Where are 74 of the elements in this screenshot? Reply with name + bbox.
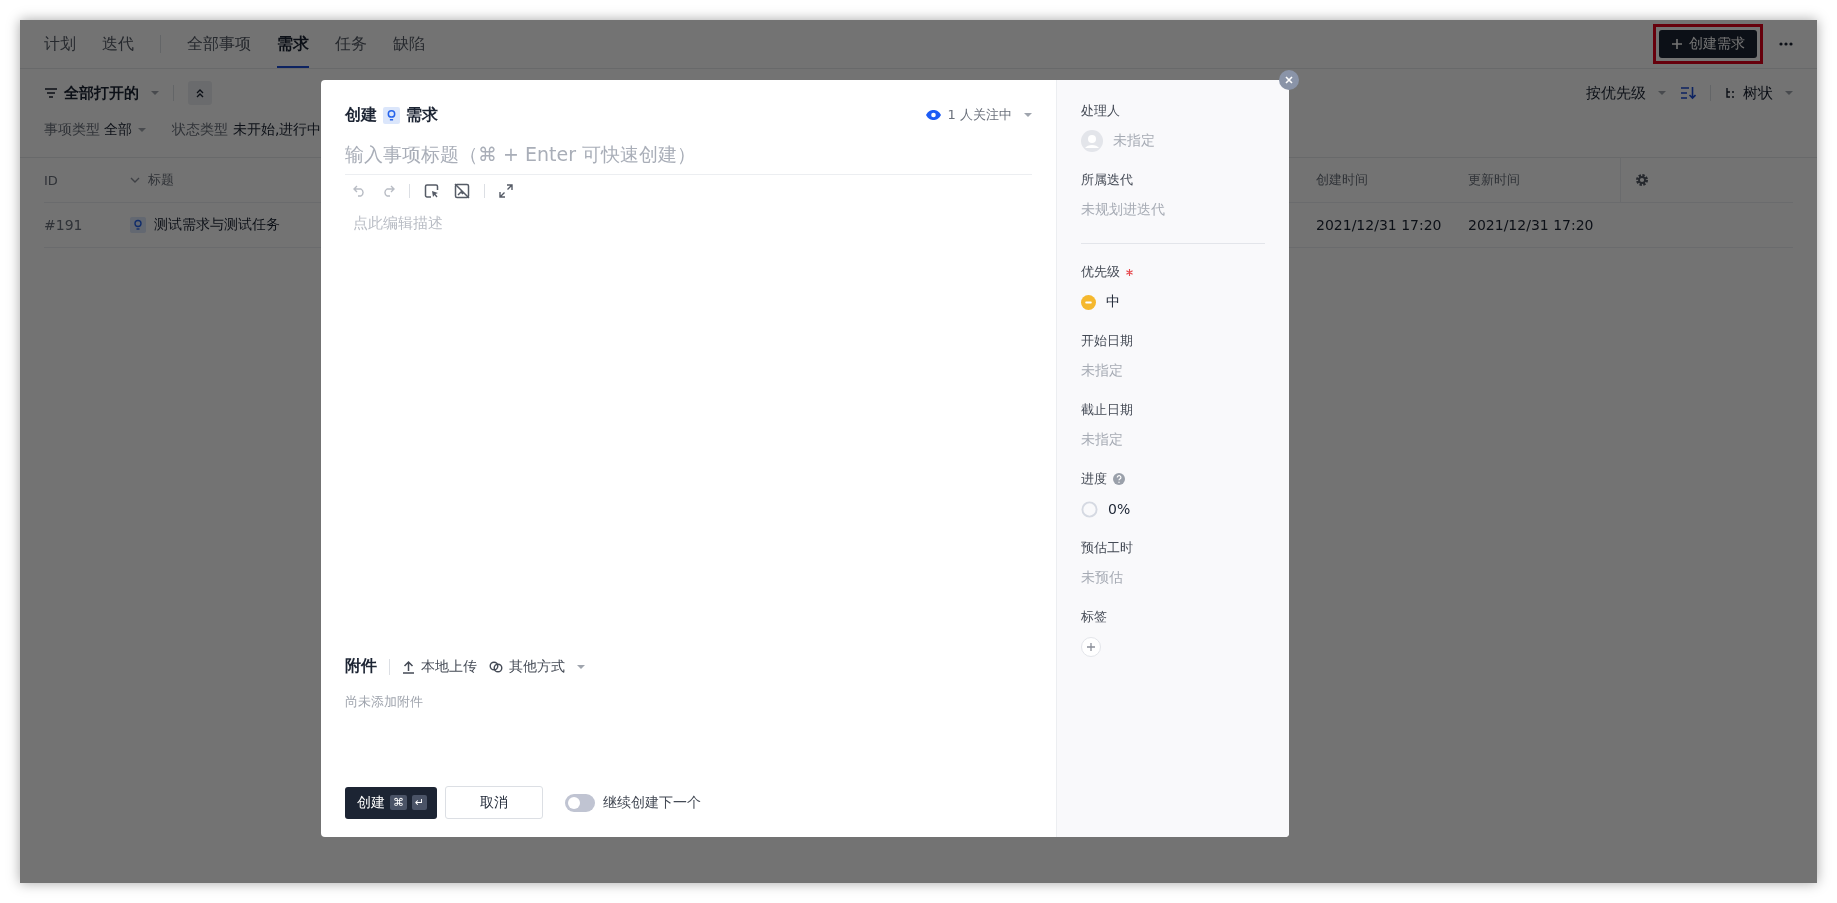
filter-condition[interactable]: 事项类型 全部 bbox=[44, 121, 147, 139]
empty-attachments-text: 尚未添加附件 bbox=[345, 693, 424, 711]
table-cell-text: 2021/12/31 17:20 bbox=[1468, 217, 1595, 233]
priority-icon bbox=[1081, 294, 1096, 310]
redo-icon[interactable] bbox=[381, 185, 395, 197]
field-label: 进度 bbox=[1081, 470, 1107, 488]
double-chevron-up-icon bbox=[195, 88, 205, 98]
link-icon bbox=[489, 659, 503, 674]
field-value[interactable]: 未指定 bbox=[1081, 431, 1123, 449]
create-button[interactable]: 创建需求 bbox=[1659, 30, 1757, 58]
table-cell[interactable]: 测试需求与测试任务 bbox=[154, 216, 280, 234]
bulb-icon bbox=[130, 217, 146, 233]
table-cell-text: #191 bbox=[44, 217, 84, 233]
column-header: 标题 bbox=[148, 171, 174, 189]
column-header: 更新时间 bbox=[1468, 171, 1521, 189]
close-icon bbox=[1285, 76, 1293, 84]
progress-ring-icon bbox=[1081, 500, 1098, 518]
progress-value[interactable]: 0% bbox=[1108, 501, 1131, 517]
dialog-title: 创建 bbox=[345, 104, 377, 126]
nav-tab[interactable]: 缺陷 bbox=[393, 20, 425, 68]
view-dropdown[interactable]: 全部打开的 bbox=[44, 83, 159, 103]
more-icon[interactable] bbox=[1779, 42, 1793, 46]
nav-tab[interactable]: 迭代 bbox=[102, 20, 134, 68]
plus-icon bbox=[1671, 38, 1683, 50]
cancel-button[interactable]: 取消 bbox=[445, 786, 544, 819]
help-icon[interactable] bbox=[1113, 473, 1125, 485]
tree-icon bbox=[1725, 87, 1737, 99]
settings-icon[interactable] bbox=[1635, 173, 1649, 187]
nav-tab[interactable]: 计划 bbox=[44, 20, 76, 68]
field-label: 截止日期 bbox=[1081, 401, 1133, 419]
create-button[interactable]: 创建 ⌘ ↵ bbox=[345, 786, 438, 819]
field-label: 预估工时 bbox=[1081, 539, 1133, 557]
plus-icon bbox=[1087, 643, 1095, 651]
toggle-switch[interactable] bbox=[565, 793, 596, 812]
nav-tab[interactable]: 任务 bbox=[335, 20, 367, 68]
field-value[interactable]: 未规划进迭代 bbox=[1081, 201, 1165, 219]
filter-condition[interactable]: 状态类型 未开始,进行中 bbox=[172, 121, 322, 139]
avatar-icon bbox=[1081, 130, 1103, 152]
eye-icon bbox=[924, 109, 942, 121]
field-label: 处理人 bbox=[1081, 102, 1120, 120]
layout-dropdown[interactable]: 树状 bbox=[1725, 83, 1793, 103]
sort-dropdown[interactable]: 按优先级 bbox=[1586, 83, 1666, 103]
field-label: 标签 bbox=[1081, 608, 1107, 626]
undo-icon[interactable] bbox=[353, 185, 367, 197]
close-button[interactable] bbox=[1279, 70, 1299, 90]
required-asterisk-icon bbox=[1126, 268, 1133, 276]
field-label: 开始日期 bbox=[1081, 332, 1133, 350]
shortcut-key: ↵ bbox=[412, 795, 428, 810]
image-off-icon[interactable] bbox=[454, 183, 470, 199]
filter-icon bbox=[44, 87, 58, 99]
upload-button[interactable]: 本地上传 bbox=[402, 657, 477, 676]
section-title: 附件 bbox=[345, 656, 377, 677]
assignee-selector[interactable]: 未指定 bbox=[1113, 132, 1155, 150]
field-label: 所属迭代 bbox=[1081, 171, 1133, 189]
type-selector[interactable]: 需求 bbox=[406, 104, 438, 126]
field-label: 优先级 bbox=[1081, 263, 1120, 281]
nav-tab[interactable]: 全部事项 bbox=[187, 20, 251, 68]
upload-icon bbox=[402, 659, 415, 674]
column-header: 创建时间 bbox=[1316, 171, 1369, 189]
add-tag-button[interactable] bbox=[1081, 637, 1101, 657]
priority-selector[interactable]: 中 bbox=[1106, 293, 1120, 311]
toggle-label: 继续创建下一个 bbox=[603, 793, 702, 812]
select-icon[interactable] bbox=[424, 183, 440, 199]
column-header: ID bbox=[44, 172, 59, 188]
shortcut-key: ⌘ bbox=[390, 795, 407, 810]
bulb-icon bbox=[383, 106, 400, 124]
sort-icon[interactable] bbox=[1680, 86, 1696, 100]
watchers-dropdown[interactable]: 1 人关注中 bbox=[924, 106, 1032, 124]
field-value[interactable]: 未指定 bbox=[1081, 362, 1123, 380]
table-cell-text: 2021/12/31 17:20 bbox=[1316, 217, 1443, 233]
field-value[interactable]: 未预估 bbox=[1081, 569, 1123, 587]
nav-tab[interactable]: 需求 bbox=[277, 20, 309, 68]
collapse-button[interactable] bbox=[188, 81, 212, 105]
other-methods-dropdown[interactable]: 其他方式 bbox=[489, 657, 585, 676]
